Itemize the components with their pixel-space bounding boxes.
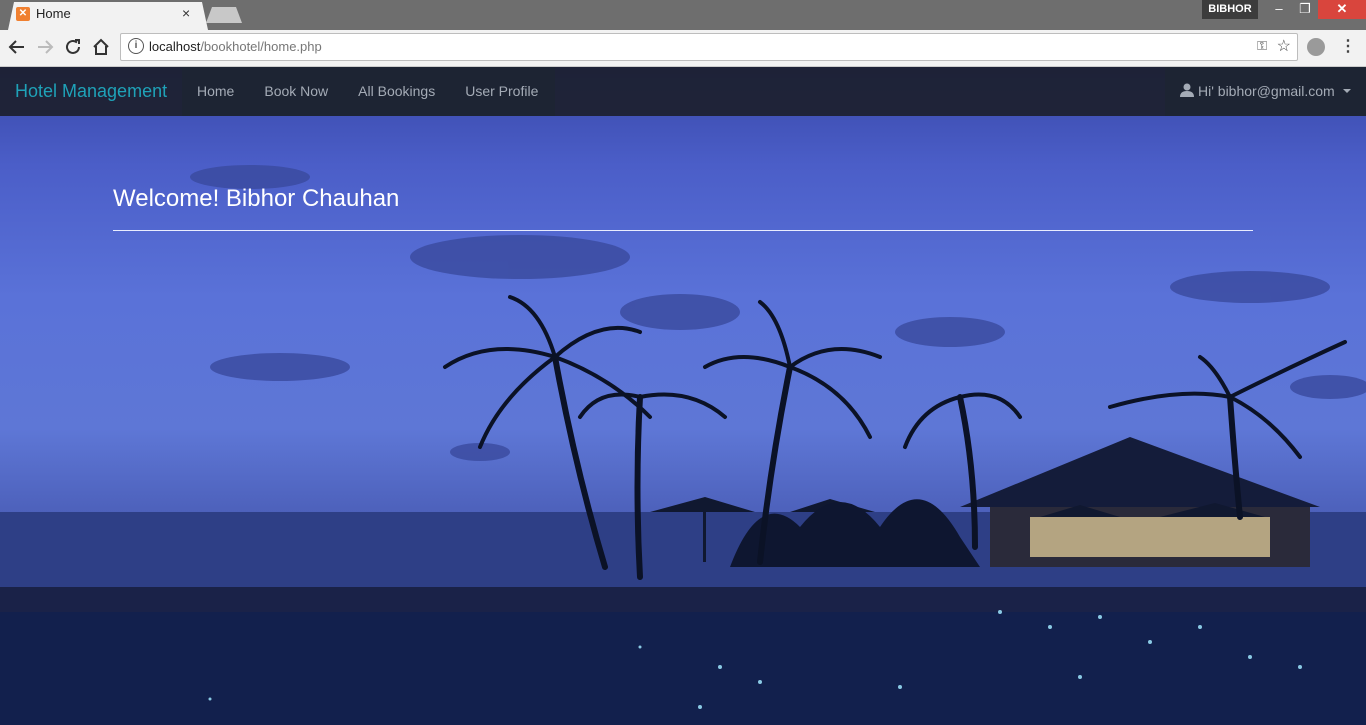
back-icon[interactable] (6, 36, 28, 58)
star-icon[interactable]: ☆ (1277, 36, 1291, 56)
reload-icon[interactable] (62, 36, 84, 58)
url-path: /bookhotel/home.php (200, 39, 322, 54)
extension-icon[interactable] (1307, 38, 1325, 56)
user-icon (1180, 83, 1194, 97)
nav-user-profile[interactable]: User Profile (450, 67, 553, 116)
xampp-favicon-icon: ✕ (16, 7, 30, 21)
restore-icon[interactable]: ❐ (1292, 0, 1318, 19)
browser-toolbar: i localhost/bookhotel/home.php ⚿ ☆ ⋮ (0, 30, 1366, 67)
url-text[interactable]: localhost/bookhotel/home.php (149, 39, 322, 54)
url-host: localhost (149, 39, 201, 54)
minimize-icon[interactable]: – (1266, 0, 1292, 19)
close-window-icon[interactable]: ✕ (1318, 0, 1366, 19)
tab-close-icon[interactable]: × (182, 5, 190, 21)
web-page: Hotel Management Home Book Now All Booki… (0, 67, 1366, 725)
forward-icon[interactable] (34, 36, 56, 58)
user-dropdown[interactable]: Hi' bibhor@gmail.com (1165, 67, 1366, 116)
new-tab-button[interactable] (206, 7, 242, 23)
brand-link[interactable]: Hotel Management (15, 81, 167, 102)
nav-book-now[interactable]: Book Now (249, 67, 343, 116)
nav-all-bookings[interactable]: All Bookings (343, 67, 450, 116)
key-icon[interactable]: ⚿ (1257, 38, 1267, 54)
info-icon[interactable]: i (128, 38, 144, 54)
user-email-label: Hi' bibhor@gmail.com (1198, 83, 1335, 99)
resort-night-background (0, 67, 1366, 725)
nav-links: Home Book Now All Bookings User Profile (182, 67, 555, 116)
address-bar[interactable]: i localhost/bookhotel/home.php ⚿ ☆ (120, 33, 1298, 61)
menu-icon[interactable]: ⋮ (1340, 36, 1356, 58)
nav-home[interactable]: Home (182, 67, 249, 116)
home-icon[interactable] (90, 36, 112, 58)
browser-titlebar: ✕ Home × BIBHOR – ❐ ✕ (0, 0, 1366, 30)
profile-badge[interactable]: BIBHOR (1202, 0, 1258, 19)
tab-title: Home (36, 6, 71, 21)
welcome-heading: Welcome! Bibhor Chauhan (113, 185, 400, 212)
divider (113, 230, 1253, 231)
resort-scene-image (0, 165, 1366, 725)
top-navbar: Hotel Management Home Book Now All Booki… (0, 67, 1366, 116)
chevron-down-icon (1343, 89, 1351, 93)
